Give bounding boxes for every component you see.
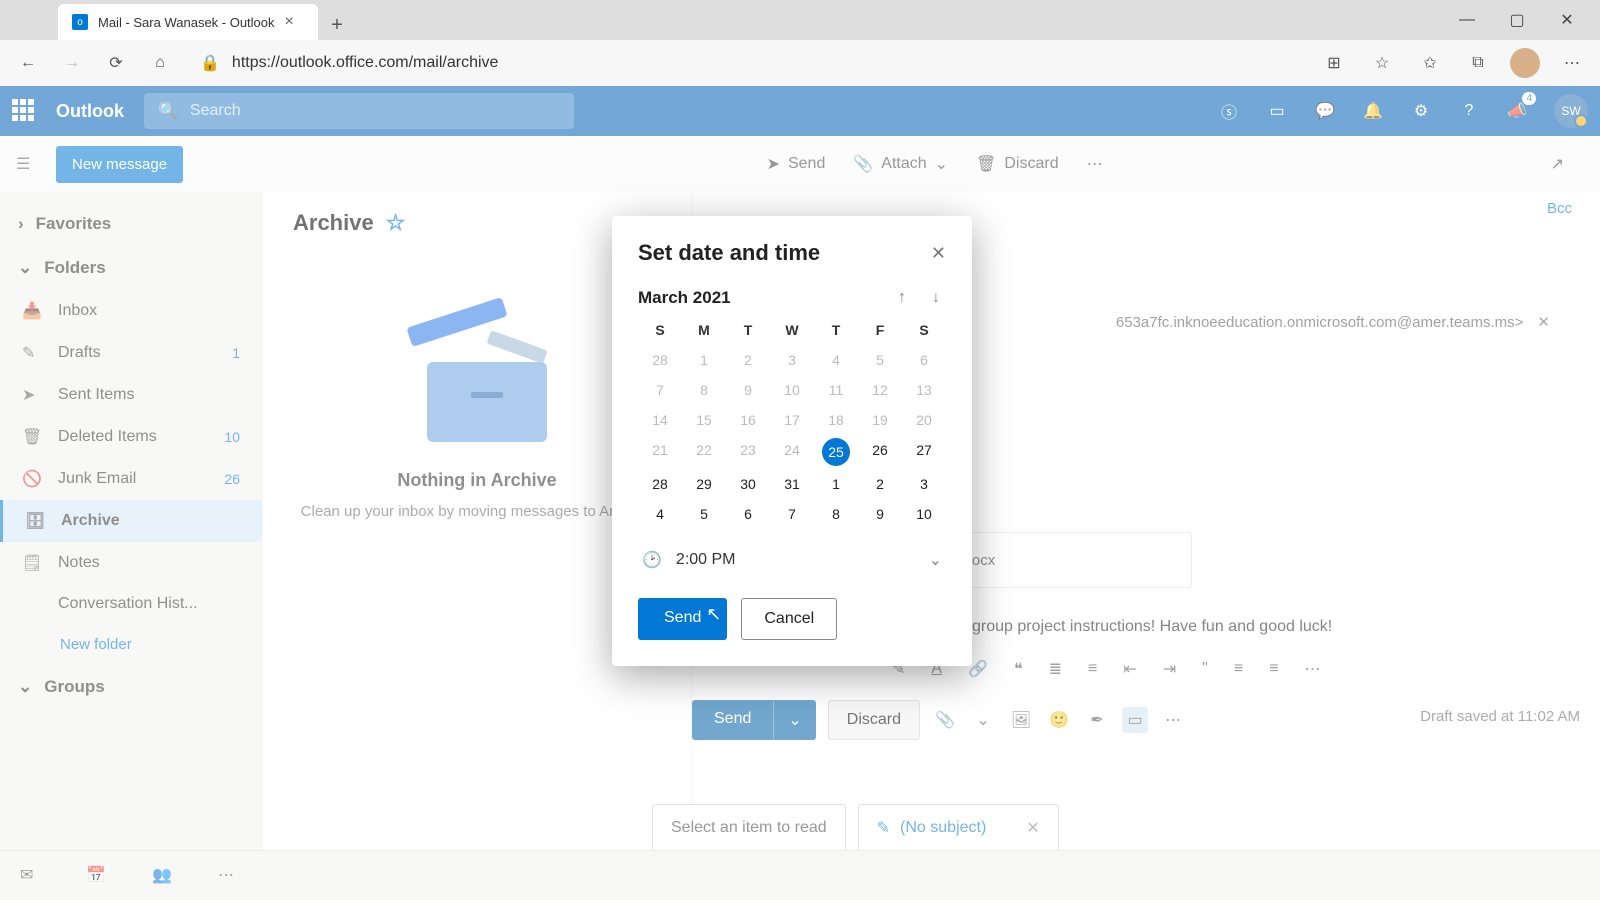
calendar-day[interactable]: 29 [682,476,726,492]
calendar-day[interactable]: 27 [902,442,946,462]
extensions-icon[interactable]: ⊞ [1318,47,1350,79]
calendar-day[interactable]: 8 [814,506,858,522]
dow-label: M [682,322,726,338]
time-picker[interactable]: 🕑 2:00 PM ⌄ [638,544,946,576]
dow-label: S [638,322,682,338]
calendar-day[interactable]: 26 [858,442,902,462]
calendar-day[interactable]: 6 [726,506,770,522]
forward-icon: → [56,47,88,79]
close-window-icon[interactable]: ✕ [1542,0,1592,40]
calendar-day[interactable]: 5 [682,506,726,522]
time-value: 2:00 PM [676,551,736,569]
calendar-day[interactable]: 21 [638,442,682,462]
calendar-day[interactable]: 2 [726,352,770,368]
calendar-day[interactable]: 9 [726,382,770,398]
calendar-grid: SMTWTFS281234567891011121314151617181920… [638,322,946,522]
dow-label: T [814,322,858,338]
calendar-day[interactable]: 18 [814,412,858,428]
calendar-day[interactable]: 25 [814,442,858,462]
calendar-day[interactable]: 4 [814,352,858,368]
close-icon[interactable]: × [285,13,294,31]
tab-title: Mail - Sara Wanasek - Outlook [98,15,275,30]
outlook-favicon: o [72,14,88,30]
calendar-month-label: March 2021 [638,288,878,308]
address-bar[interactable]: 🔒 https://outlook.office.com/mail/archiv… [188,46,1306,80]
calendar-day[interactable]: 1 [682,352,726,368]
calendar-day[interactable]: 16 [726,412,770,428]
calendar-day[interactable]: 9 [858,506,902,522]
cancel-button[interactable]: Cancel [741,598,837,640]
close-icon[interactable]: ✕ [931,243,946,264]
dow-label: W [770,322,814,338]
dow-label: F [858,322,902,338]
calendar-day[interactable]: 15 [682,412,726,428]
calendar-day[interactable]: 28 [638,352,682,368]
lock-icon: 🔒 [200,53,220,73]
calendar-day[interactable]: 1 [814,476,858,492]
calendar-day[interactable]: 10 [902,506,946,522]
calendar-day[interactable]: 22 [682,442,726,462]
calendar-day[interactable]: 10 [770,382,814,398]
calendar-day[interactable]: 7 [770,506,814,522]
cursor-icon: ↖ [706,604,721,625]
url-text: https://outlook.office.com/mail/archive [232,54,499,72]
clock-icon: 🕑 [642,550,662,570]
more-icon[interactable]: ⋯ [1556,47,1588,79]
dow-label: T [726,322,770,338]
home-icon[interactable]: ⌂ [144,47,176,79]
calendar-day[interactable]: 17 [770,412,814,428]
calendar-day[interactable]: 13 [902,382,946,398]
next-month-icon[interactable]: ↓ [926,289,946,307]
calendar-day[interactable]: 6 [902,352,946,368]
calendar-day[interactable]: 24 [770,442,814,462]
send-scheduled-button[interactable]: Send ↖ [638,598,727,640]
calendar-day[interactable]: 5 [858,352,902,368]
refresh-icon[interactable]: ⟳ [100,47,132,79]
collections-icon[interactable]: ⧉ [1462,47,1494,79]
calendar-day[interactable]: 2 [858,476,902,492]
calendar-day[interactable]: 14 [638,412,682,428]
calendar-day[interactable]: 11 [814,382,858,398]
calendar-day[interactable]: 30 [726,476,770,492]
maximize-icon[interactable]: ▢ [1492,0,1542,40]
calendar-day[interactable]: 20 [902,412,946,428]
browser-tab[interactable]: o Mail - Sara Wanasek - Outlook × [58,4,318,40]
back-icon[interactable]: ← [12,47,44,79]
calendar-day[interactable]: 7 [638,382,682,398]
calendar-day[interactable]: 19 [858,412,902,428]
calendar-day[interactable]: 4 [638,506,682,522]
favorites-bar-icon[interactable]: ✩ [1414,47,1446,79]
calendar-day[interactable]: 8 [682,382,726,398]
chevron-down-icon: ⌄ [929,550,942,570]
new-tab-button[interactable]: + [322,10,352,40]
calendar-day[interactable]: 3 [902,476,946,492]
calendar-day[interactable]: 12 [858,382,902,398]
calendar-day[interactable]: 31 [770,476,814,492]
calendar-day[interactable]: 3 [770,352,814,368]
minimize-icon[interactable]: — [1442,0,1492,40]
favorites-star-icon[interactable]: ☆ [1366,47,1398,79]
prev-month-icon[interactable]: ↑ [892,289,912,307]
calendar-day[interactable]: 28 [638,476,682,492]
schedule-send-modal: Set date and time ✕ March 2021 ↑ ↓ SMTWT… [612,216,972,666]
browser-chrome: o Mail - Sara Wanasek - Outlook × + — ▢ … [0,0,1600,86]
modal-title: Set date and time [638,240,820,266]
calendar-day[interactable]: 23 [726,442,770,462]
profile-avatar[interactable] [1510,48,1540,78]
dow-label: S [902,322,946,338]
